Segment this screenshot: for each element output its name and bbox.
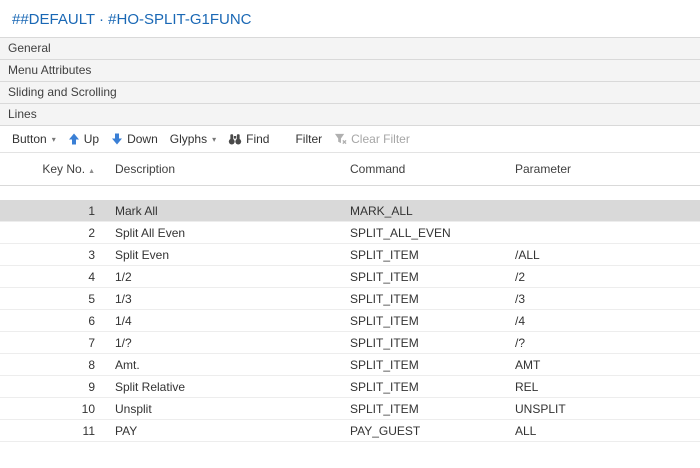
table-header-gap [0, 186, 700, 200]
cell-description[interactable]: Amt. [105, 358, 340, 372]
cell-key[interactable]: 4 [0, 270, 105, 284]
glyphs-menu-label: Glyphs [170, 132, 207, 146]
chevron-down-icon: ▾ [52, 135, 56, 144]
up-button-label: Up [84, 132, 99, 146]
find-button[interactable]: Find [222, 129, 275, 149]
table-row[interactable]: 1Mark AllMARK_ALL [0, 200, 700, 222]
cell-key[interactable]: 6 [0, 314, 105, 328]
table-row[interactable]: 9Split RelativeSPLIT_ITEMREL [0, 376, 700, 398]
table-row[interactable]: 51/3SPLIT_ITEM/3 [0, 288, 700, 310]
cell-parameter[interactable]: /4 [505, 314, 700, 328]
binoculars-icon [228, 133, 242, 145]
cell-description[interactable]: 1/? [105, 336, 340, 350]
page-title: ##DEFAULT · #HO-SPLIT-G1FUNC [0, 0, 700, 37]
cell-parameter[interactable]: /ALL [505, 248, 700, 262]
lines-table: Key No. ▲ Description Command Parameter … [0, 152, 700, 442]
filter-button-label: Filter [295, 132, 322, 146]
arrow-down-icon [111, 133, 123, 145]
table-row[interactable]: 11PAYPAY_GUESTALL [0, 420, 700, 442]
section-lines[interactable]: Lines [0, 103, 700, 125]
table-row[interactable]: 61/4SPLIT_ITEM/4 [0, 310, 700, 332]
table-row[interactable]: 8Amt.SPLIT_ITEMAMT [0, 354, 700, 376]
cell-key[interactable]: 8 [0, 358, 105, 372]
down-button-label: Down [127, 132, 158, 146]
table-row[interactable]: 10UnsplitSPLIT_ITEMUNSPLIT [0, 398, 700, 420]
cell-command[interactable]: SPLIT_ITEM [340, 380, 505, 394]
cell-command[interactable]: SPLIT_ITEM [340, 336, 505, 350]
table-body: 1Mark AllMARK_ALL2Split All EvenSPLIT_AL… [0, 200, 700, 442]
cell-command[interactable]: SPLIT_ALL_EVEN [340, 226, 505, 240]
section-lines-label: Lines [8, 107, 37, 121]
cell-command[interactable]: SPLIT_ITEM [340, 402, 505, 416]
cell-key[interactable]: 5 [0, 292, 105, 306]
cell-key[interactable]: 1 [0, 204, 105, 218]
find-button-label: Find [246, 132, 269, 146]
up-button[interactable]: Up [62, 129, 105, 149]
column-header-description[interactable]: Description [105, 162, 340, 176]
cell-command[interactable]: SPLIT_ITEM [340, 358, 505, 372]
lines-panel: Button ▾ Up Down Glyphs ▾ [0, 125, 700, 442]
sort-ascending-icon: ▲ [88, 168, 95, 175]
cell-command[interactable]: PAY_GUEST [340, 424, 505, 438]
cell-command[interactable]: MARK_ALL [340, 204, 505, 218]
arrow-up-icon [68, 133, 80, 145]
table-row[interactable]: 41/2SPLIT_ITEM/2 [0, 266, 700, 288]
column-header-key-no-label: Key No. [42, 162, 85, 176]
cell-description[interactable]: 1/2 [105, 270, 340, 284]
filter-button[interactable]: Filter [289, 129, 328, 149]
section-sliding-scrolling[interactable]: Sliding and Scrolling [0, 81, 700, 103]
cell-parameter[interactable]: REL [505, 380, 700, 394]
cell-parameter[interactable]: UNSPLIT [505, 402, 700, 416]
cell-description[interactable]: Split Relative [105, 380, 340, 394]
cell-key[interactable]: 3 [0, 248, 105, 262]
section-sliding-scrolling-label: Sliding and Scrolling [8, 85, 117, 99]
cell-key[interactable]: 7 [0, 336, 105, 350]
cell-parameter[interactable]: /2 [505, 270, 700, 284]
cell-description[interactable]: 1/4 [105, 314, 340, 328]
cell-parameter[interactable]: /? [505, 336, 700, 350]
section-menu-attributes-label: Menu Attributes [8, 63, 91, 77]
clear-filter-funnel-icon [334, 133, 347, 145]
cell-description[interactable]: Split All Even [105, 226, 340, 240]
cell-description[interactable]: PAY [105, 424, 340, 438]
glyphs-menu[interactable]: Glyphs ▾ [164, 129, 222, 149]
cell-command[interactable]: SPLIT_ITEM [340, 314, 505, 328]
cell-key[interactable]: 2 [0, 226, 105, 240]
button-menu-label: Button [12, 132, 47, 146]
cell-description[interactable]: Unsplit [105, 402, 340, 416]
cell-description[interactable]: Mark All [105, 204, 340, 218]
button-menu[interactable]: Button ▾ [6, 129, 62, 149]
cell-command[interactable]: SPLIT_ITEM [340, 248, 505, 262]
cell-description[interactable]: 1/3 [105, 292, 340, 306]
down-button[interactable]: Down [105, 129, 164, 149]
chevron-down-icon: ▾ [212, 135, 216, 144]
section-general-label: General [8, 41, 51, 55]
column-header-parameter[interactable]: Parameter [505, 162, 700, 176]
clear-filter-button[interactable]: Clear Filter [328, 129, 416, 149]
column-header-key-no[interactable]: Key No. ▲ [0, 162, 105, 176]
table-row[interactable]: 3Split EvenSPLIT_ITEM/ALL [0, 244, 700, 266]
cell-description[interactable]: Split Even [105, 248, 340, 262]
section-menu-attributes[interactable]: Menu Attributes [0, 59, 700, 81]
cell-key[interactable]: 11 [0, 424, 105, 438]
table-row[interactable]: 2Split All EvenSPLIT_ALL_EVEN [0, 222, 700, 244]
cell-parameter[interactable]: ALL [505, 424, 700, 438]
section-general[interactable]: General [0, 37, 700, 59]
cell-parameter[interactable]: AMT [505, 358, 700, 372]
lines-toolbar: Button ▾ Up Down Glyphs ▾ [0, 126, 700, 152]
cell-command[interactable]: SPLIT_ITEM [340, 292, 505, 306]
column-header-command[interactable]: Command [340, 162, 505, 176]
cell-key[interactable]: 10 [0, 402, 105, 416]
cell-key[interactable]: 9 [0, 380, 105, 394]
cell-command[interactable]: SPLIT_ITEM [340, 270, 505, 284]
table-header-row: Key No. ▲ Description Command Parameter [0, 152, 700, 186]
clear-filter-button-label: Clear Filter [351, 132, 410, 146]
table-row[interactable]: 71/?SPLIT_ITEM/? [0, 332, 700, 354]
cell-parameter[interactable]: /3 [505, 292, 700, 306]
